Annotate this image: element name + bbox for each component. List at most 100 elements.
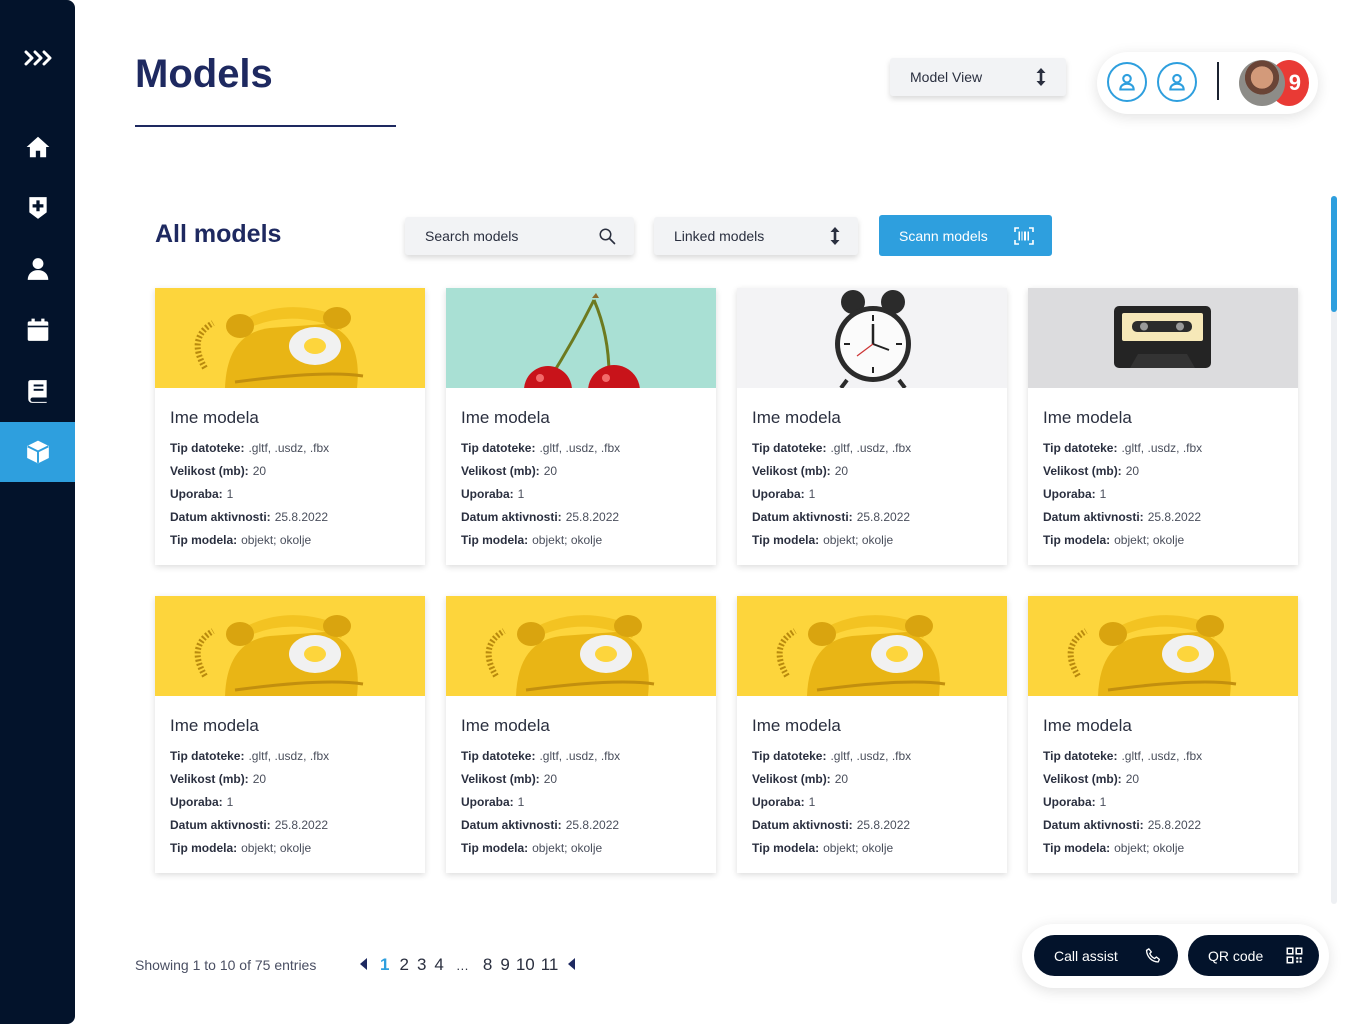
- field-label: Tip datoteke:: [170, 441, 245, 455]
- scan-models-button[interactable]: Scann models: [879, 215, 1052, 256]
- field-value: objekt; okolje: [823, 841, 894, 855]
- field-value: 1: [517, 795, 525, 809]
- model-usage-row: Uporaba: 1: [461, 483, 701, 506]
- page-link[interactable]: 11: [541, 955, 559, 975]
- sidebar-item-calendar[interactable]: [0, 300, 75, 360]
- search-box: [405, 217, 634, 255]
- field-value: objekt; okolje: [241, 533, 312, 547]
- user-account-button-1[interactable]: [1107, 62, 1147, 102]
- call-assist-button[interactable]: Call assist: [1034, 935, 1178, 976]
- page-link[interactable]: 4: [434, 955, 443, 975]
- model-file-type-row: Tip datoteke: .gltf, .usdz, .fbx: [752, 437, 992, 460]
- search-input[interactable]: [425, 228, 585, 244]
- model-size-row: Velikost (mb): 20: [461, 460, 701, 483]
- page-link[interactable]: 1: [380, 955, 389, 975]
- model-name: Ime modela: [170, 408, 259, 427]
- field-label: Uporaba:: [1043, 795, 1096, 809]
- view-select[interactable]: Model View: [890, 58, 1066, 96]
- model-size-row: Velikost (mb): 20: [1043, 460, 1283, 483]
- field-label: Velikost (mb):: [1043, 464, 1122, 478]
- model-usage-row: Uporaba: 1: [1043, 791, 1283, 814]
- sidebar-item-models[interactable]: [0, 422, 75, 482]
- field-label: Datum aktivnosti:: [752, 510, 853, 524]
- sidebar-item-home[interactable]: [0, 117, 75, 177]
- field-value: 1: [517, 487, 525, 501]
- model-card[interactable]: Ime modela Tip datoteke: .gltf, .usdz, .f…: [1028, 596, 1298, 873]
- model-activity-date-row: Datum aktivnosti: 25.8.2022: [752, 814, 992, 837]
- field-value: 25.8.2022: [565, 818, 620, 832]
- pagination: 1 2 3 4 … 8 9 10 11: [360, 955, 588, 975]
- sidebar-item-library[interactable]: [0, 361, 75, 421]
- field-label: Tip modela:: [170, 841, 238, 855]
- expand-sidebar-button[interactable]: [0, 40, 75, 76]
- linked-models-select[interactable]: Linked models: [654, 217, 858, 255]
- scrollbar-thumb[interactable]: [1331, 196, 1337, 312]
- field-value: objekt; okolje: [241, 841, 312, 855]
- prev-page-icon[interactable]: [360, 955, 368, 975]
- field-value: objekt; okolje: [532, 841, 603, 855]
- field-value: 20: [252, 464, 267, 478]
- field-label: Tip modela:: [461, 533, 529, 547]
- sidebar-item-medical[interactable]: [0, 178, 75, 238]
- field-label: Tip datoteke:: [170, 749, 245, 763]
- field-label: Uporaba:: [461, 795, 514, 809]
- field-value: 25.8.2022: [565, 510, 620, 524]
- field-value: 1: [226, 795, 234, 809]
- notification-count: 9: [1288, 70, 1301, 95]
- model-card[interactable]: Ime modela Tip datoteke: .gltf, .usdz, .f…: [1028, 288, 1298, 565]
- model-size-row: Velikost (mb): 20: [170, 768, 410, 791]
- calendar-icon: [27, 318, 48, 341]
- field-value: .gltf, .usdz, .fbx: [1121, 749, 1203, 763]
- field-label: Datum aktivnosti:: [1043, 818, 1144, 832]
- model-usage-row: Uporaba: 1: [1043, 483, 1283, 506]
- search-icon[interactable]: [598, 227, 616, 245]
- model-name: Ime modela: [1043, 716, 1132, 735]
- model-name: Ime modela: [752, 716, 841, 735]
- page-link[interactable]: 8: [483, 955, 492, 975]
- scrollbar[interactable]: [1331, 196, 1337, 904]
- model-card[interactable]: Ime modela Tip datoteke: .gltf, .usdz, .f…: [737, 596, 1007, 873]
- model-model-type-row: Tip modela: objekt; okolje: [1043, 529, 1283, 552]
- next-page-icon[interactable]: [568, 955, 576, 975]
- model-name: Ime modela: [1043, 408, 1132, 427]
- field-label: Uporaba:: [170, 487, 223, 501]
- page-link[interactable]: 9: [500, 955, 509, 975]
- entries-info: Showing 1 to 10 of 75 entries: [135, 957, 317, 973]
- quick-actions: Call assist QR code: [1022, 924, 1329, 988]
- field-label: Tip datoteke:: [461, 749, 536, 763]
- cube-icon: [26, 440, 49, 464]
- page-link[interactable]: 10: [516, 955, 535, 975]
- model-card[interactable]: Ime modela Tip datoteke: .gltf, .usdz, .f…: [446, 596, 716, 873]
- model-card[interactable]: Ime modela Tip datoteke: .gltf, .usdz, .f…: [737, 288, 1007, 565]
- field-label: Uporaba:: [170, 795, 223, 809]
- model-size-row: Velikost (mb): 20: [752, 768, 992, 791]
- model-model-type-row: Tip modela: objekt; okolje: [752, 837, 992, 860]
- user-icon: [1119, 73, 1135, 91]
- model-card[interactable]: Ime modela Tip datoteke: .gltf, .usdz, .f…: [446, 288, 716, 565]
- qr-code-button[interactable]: QR code: [1188, 935, 1319, 976]
- user-icon: [1169, 73, 1185, 91]
- sidebar-item-users[interactable]: [0, 239, 75, 299]
- field-label: Tip datoteke:: [461, 441, 536, 455]
- page-link[interactable]: 3: [417, 955, 426, 975]
- model-activity-date-row: Datum aktivnosti: 25.8.2022: [461, 506, 701, 529]
- field-value: 25.8.2022: [1147, 818, 1202, 832]
- page-link[interactable]: 2: [399, 955, 408, 975]
- user-account-button-2[interactable]: [1157, 62, 1197, 102]
- model-file-type-row: Tip datoteke: .gltf, .usdz, .fbx: [1043, 745, 1283, 768]
- model-model-type-row: Tip modela: objekt; okolje: [461, 837, 701, 860]
- field-value: 20: [1125, 772, 1140, 786]
- model-card[interactable]: Ime modela Tip datoteke: .gltf, .usdz, .f…: [155, 596, 425, 873]
- field-label: Tip modela:: [1043, 841, 1111, 855]
- model-size-row: Velikost (mb): 20: [1043, 768, 1283, 791]
- field-value: 20: [834, 772, 849, 786]
- field-label: Tip modela:: [461, 841, 529, 855]
- model-size-row: Velikost (mb): 20: [752, 460, 992, 483]
- avatar[interactable]: [1239, 60, 1285, 106]
- field-label: Velikost (mb):: [752, 772, 831, 786]
- field-value: objekt; okolje: [1114, 841, 1185, 855]
- model-usage-row: Uporaba: 1: [170, 791, 410, 814]
- title-underline: [135, 125, 396, 127]
- sidebar: [0, 0, 75, 1024]
- model-card[interactable]: Ime modela Tip datoteke: .gltf, .usdz, .f…: [155, 288, 425, 565]
